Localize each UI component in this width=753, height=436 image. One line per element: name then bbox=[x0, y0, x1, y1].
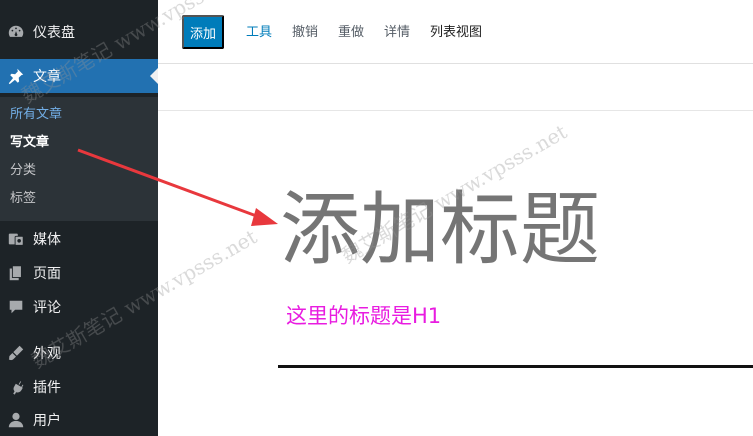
redo-button[interactable]: 重做 bbox=[338, 24, 364, 42]
sidebar-item-label: 页面 bbox=[33, 266, 61, 282]
submenu-categories[interactable]: 分类 bbox=[10, 161, 36, 181]
header-divider bbox=[158, 110, 753, 111]
sidebar-item-label: 用户 bbox=[33, 413, 61, 429]
sidebar-item-label: 仪表盘 bbox=[33, 25, 75, 41]
sidebar-item-media[interactable]: 媒体 bbox=[0, 222, 158, 256]
details-button[interactable]: 详情 bbox=[384, 24, 410, 42]
submenu-all-posts[interactable]: 所有文章 bbox=[10, 105, 62, 125]
sidebar-item-label: 媒体 bbox=[33, 232, 61, 248]
media-icon bbox=[6, 229, 26, 249]
editor-toolbar: 添加 工具 撤销 重做 详情 列表视图 bbox=[158, 0, 753, 64]
user-icon bbox=[6, 410, 26, 430]
sidebar-item-label: 评论 bbox=[33, 300, 61, 316]
undo-button[interactable]: 撤销 bbox=[292, 24, 318, 42]
sidebar-item-plugins[interactable]: 插件 bbox=[0, 370, 158, 404]
appearance-icon bbox=[6, 343, 26, 363]
tools-button[interactable]: 工具 bbox=[246, 24, 272, 42]
add-block-button[interactable]: 添加 bbox=[182, 15, 224, 49]
dashboard-icon bbox=[6, 22, 26, 42]
list-view-button[interactable]: 列表视图 bbox=[430, 24, 482, 42]
sidebar-item-users[interactable]: 用户 bbox=[0, 403, 158, 436]
posts-submenu: 所有文章 写文章 分类 标签 bbox=[0, 97, 158, 221]
page-icon bbox=[6, 263, 26, 283]
active-indicator bbox=[150, 68, 158, 84]
sidebar-item-label: 插件 bbox=[33, 380, 61, 396]
comment-icon bbox=[6, 297, 26, 317]
submenu-write-post[interactable]: 写文章 bbox=[10, 133, 49, 153]
submenu-tags[interactable]: 标签 bbox=[10, 189, 36, 209]
title-underline bbox=[278, 365, 753, 368]
annotation-text: 这里的标题是H1 bbox=[286, 304, 442, 328]
plugin-icon bbox=[6, 377, 26, 397]
